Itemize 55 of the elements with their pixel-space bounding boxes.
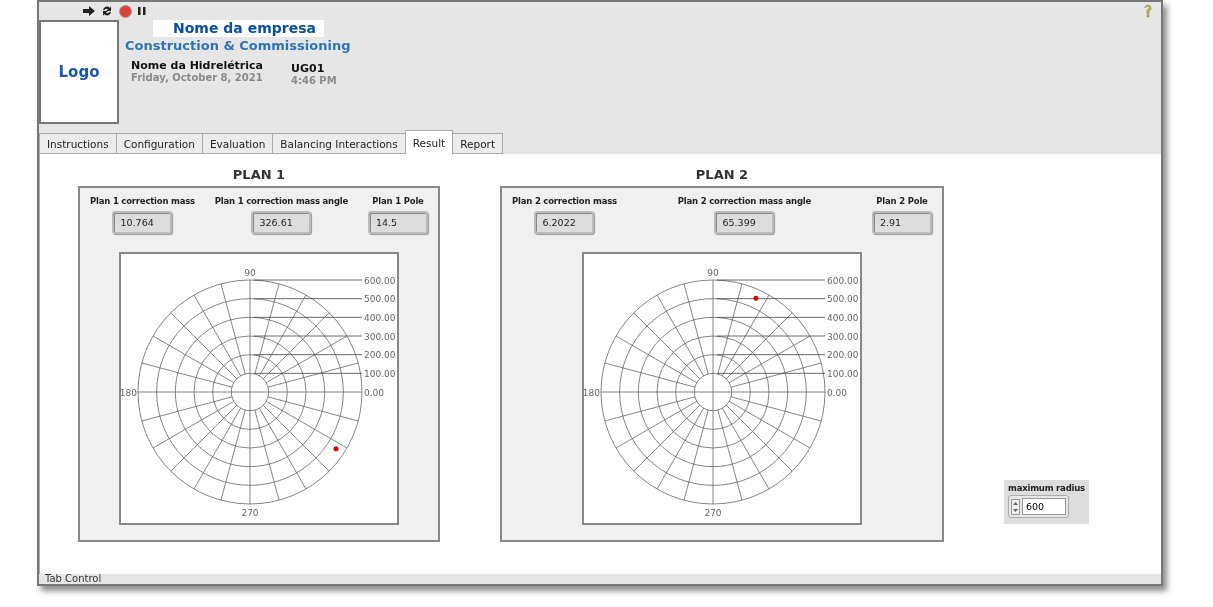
numeric-indicator: 6.2022: [534, 211, 595, 234]
pause-icon[interactable]: [138, 6, 146, 16]
angle-label: 90: [707, 268, 719, 278]
radius-label: 0.00: [364, 387, 385, 398]
radius-label: 600.00: [364, 275, 396, 286]
radius-label: 0.00: [827, 387, 848, 398]
tab[interactable]: Result: [404, 130, 454, 154]
stop-icon[interactable]: [119, 4, 132, 18]
radius-label: 500.00: [364, 294, 396, 305]
angle-label: 180: [121, 387, 137, 398]
radius-label: 500.00: [827, 294, 859, 305]
radius-label: 300.00: [364, 331, 396, 342]
subtitle: Construction & Commissioning: [125, 38, 351, 53]
radius-label: 200.00: [827, 350, 859, 361]
indicator-label: Plan 1 correction mass: [90, 196, 195, 206]
radius-label: 300.00: [827, 331, 859, 342]
numeric-indicator: 2.91: [872, 211, 932, 234]
control-label: maximum radius: [1008, 483, 1085, 493]
indicator-label: Plan 2 Pole: [876, 196, 928, 206]
tab[interactable]: Instructions: [39, 133, 117, 154]
plant-name: Nome da Hidrelétrica: [131, 59, 263, 72]
run-arrow-icon[interactable]: [83, 6, 95, 16]
plan-title: PLAN 2: [695, 165, 749, 184]
numeric-indicator: 326.61: [251, 211, 312, 234]
time-text: 4:46 PM: [291, 75, 337, 86]
run-continuous-icon[interactable]: [101, 5, 113, 17]
date-text: Friday, October 8, 2021: [131, 72, 263, 83]
indicator-label: Plan 1 Pole: [372, 196, 424, 206]
numeric-indicator: 14.5: [368, 211, 428, 234]
tab[interactable]: Configuration: [115, 133, 203, 154]
tab[interactable]: Balancing Interactions: [272, 133, 406, 154]
unit-name: UG01: [291, 62, 326, 75]
indicator-label: Plan 2 correction mass angle: [677, 196, 812, 206]
indicator-label: Plan 2 correction mass: [512, 196, 617, 206]
radius-label: 400.00: [364, 312, 396, 323]
indicator-label: Plan 1 correction mass angle: [214, 196, 349, 206]
logo-text: Logo: [58, 63, 100, 81]
radius-label: 100.00: [364, 368, 396, 379]
angle-label: 90: [244, 268, 256, 278]
radius-label: 600.00: [827, 275, 859, 286]
numeric-indicator: 10.764: [112, 211, 173, 234]
spinner-icon[interactable]: [1011, 498, 1020, 515]
tab-control-label: Tab Control: [44, 574, 103, 584]
radius-label: 100.00: [827, 368, 859, 379]
radius-label: 400.00: [827, 312, 859, 323]
angle-label: 270: [704, 508, 722, 518]
numeric-indicator: 65.399: [714, 211, 775, 234]
tab[interactable]: Report: [452, 133, 503, 154]
angle-label: 180: [584, 387, 600, 398]
angle-label: 270: [241, 508, 259, 518]
numeric-field[interactable]: 600: [1022, 498, 1066, 515]
tab[interactable]: Evaluation: [201, 133, 274, 154]
company-name: Nome da empresa: [153, 20, 324, 37]
plan-title: PLAN 1: [232, 165, 286, 184]
radius-label: 200.00: [364, 350, 396, 361]
